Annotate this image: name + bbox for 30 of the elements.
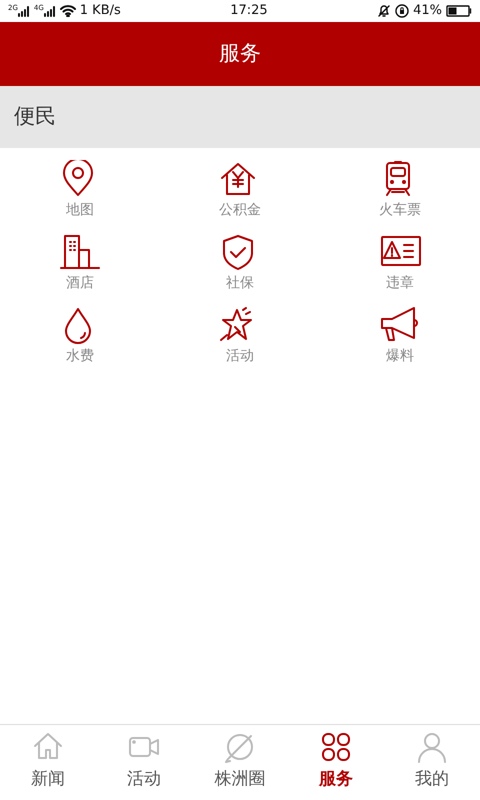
person-icon bbox=[416, 731, 448, 763]
network-speed: 1 KB/s bbox=[80, 2, 121, 20]
clock: 17:25 bbox=[230, 2, 268, 20]
service-item[interactable]: 酒店 bbox=[0, 233, 160, 294]
service-item[interactable]: 火车票 bbox=[320, 160, 480, 221]
tab-button[interactable]: 株洲圈 bbox=[192, 725, 288, 800]
service-item[interactable]: 公积金 bbox=[160, 160, 320, 221]
signal-icon bbox=[18, 5, 30, 17]
tab-button[interactable]: 我的 bbox=[384, 725, 480, 800]
megaphone-icon bbox=[379, 306, 421, 344]
battery-percent: 41% bbox=[413, 2, 442, 20]
service-item[interactable]: 活动 bbox=[160, 306, 320, 367]
tab-button[interactable]: 活动 bbox=[96, 725, 192, 800]
bell-muted-icon bbox=[377, 4, 392, 18]
service-item[interactable]: 社保 bbox=[160, 233, 320, 294]
tab-button[interactable]: 新闻 bbox=[0, 725, 96, 800]
page-title: 服务 bbox=[219, 40, 261, 68]
service-item[interactable]: 爆料 bbox=[320, 306, 480, 367]
grid-icon bbox=[320, 731, 352, 763]
battery-icon bbox=[446, 5, 472, 17]
building-icon bbox=[59, 233, 101, 271]
wifi-icon bbox=[60, 5, 76, 17]
service-item[interactable]: 地图 bbox=[0, 160, 160, 221]
tab-button[interactable]: 服务 bbox=[288, 725, 384, 800]
service-item[interactable]: 违章 bbox=[320, 233, 480, 294]
service-item[interactable]: 水费 bbox=[0, 306, 160, 367]
rotation-lock-icon bbox=[395, 4, 410, 18]
section-title: 便民 bbox=[14, 103, 56, 130]
signal-icon bbox=[44, 5, 56, 17]
planet-icon bbox=[224, 731, 256, 763]
